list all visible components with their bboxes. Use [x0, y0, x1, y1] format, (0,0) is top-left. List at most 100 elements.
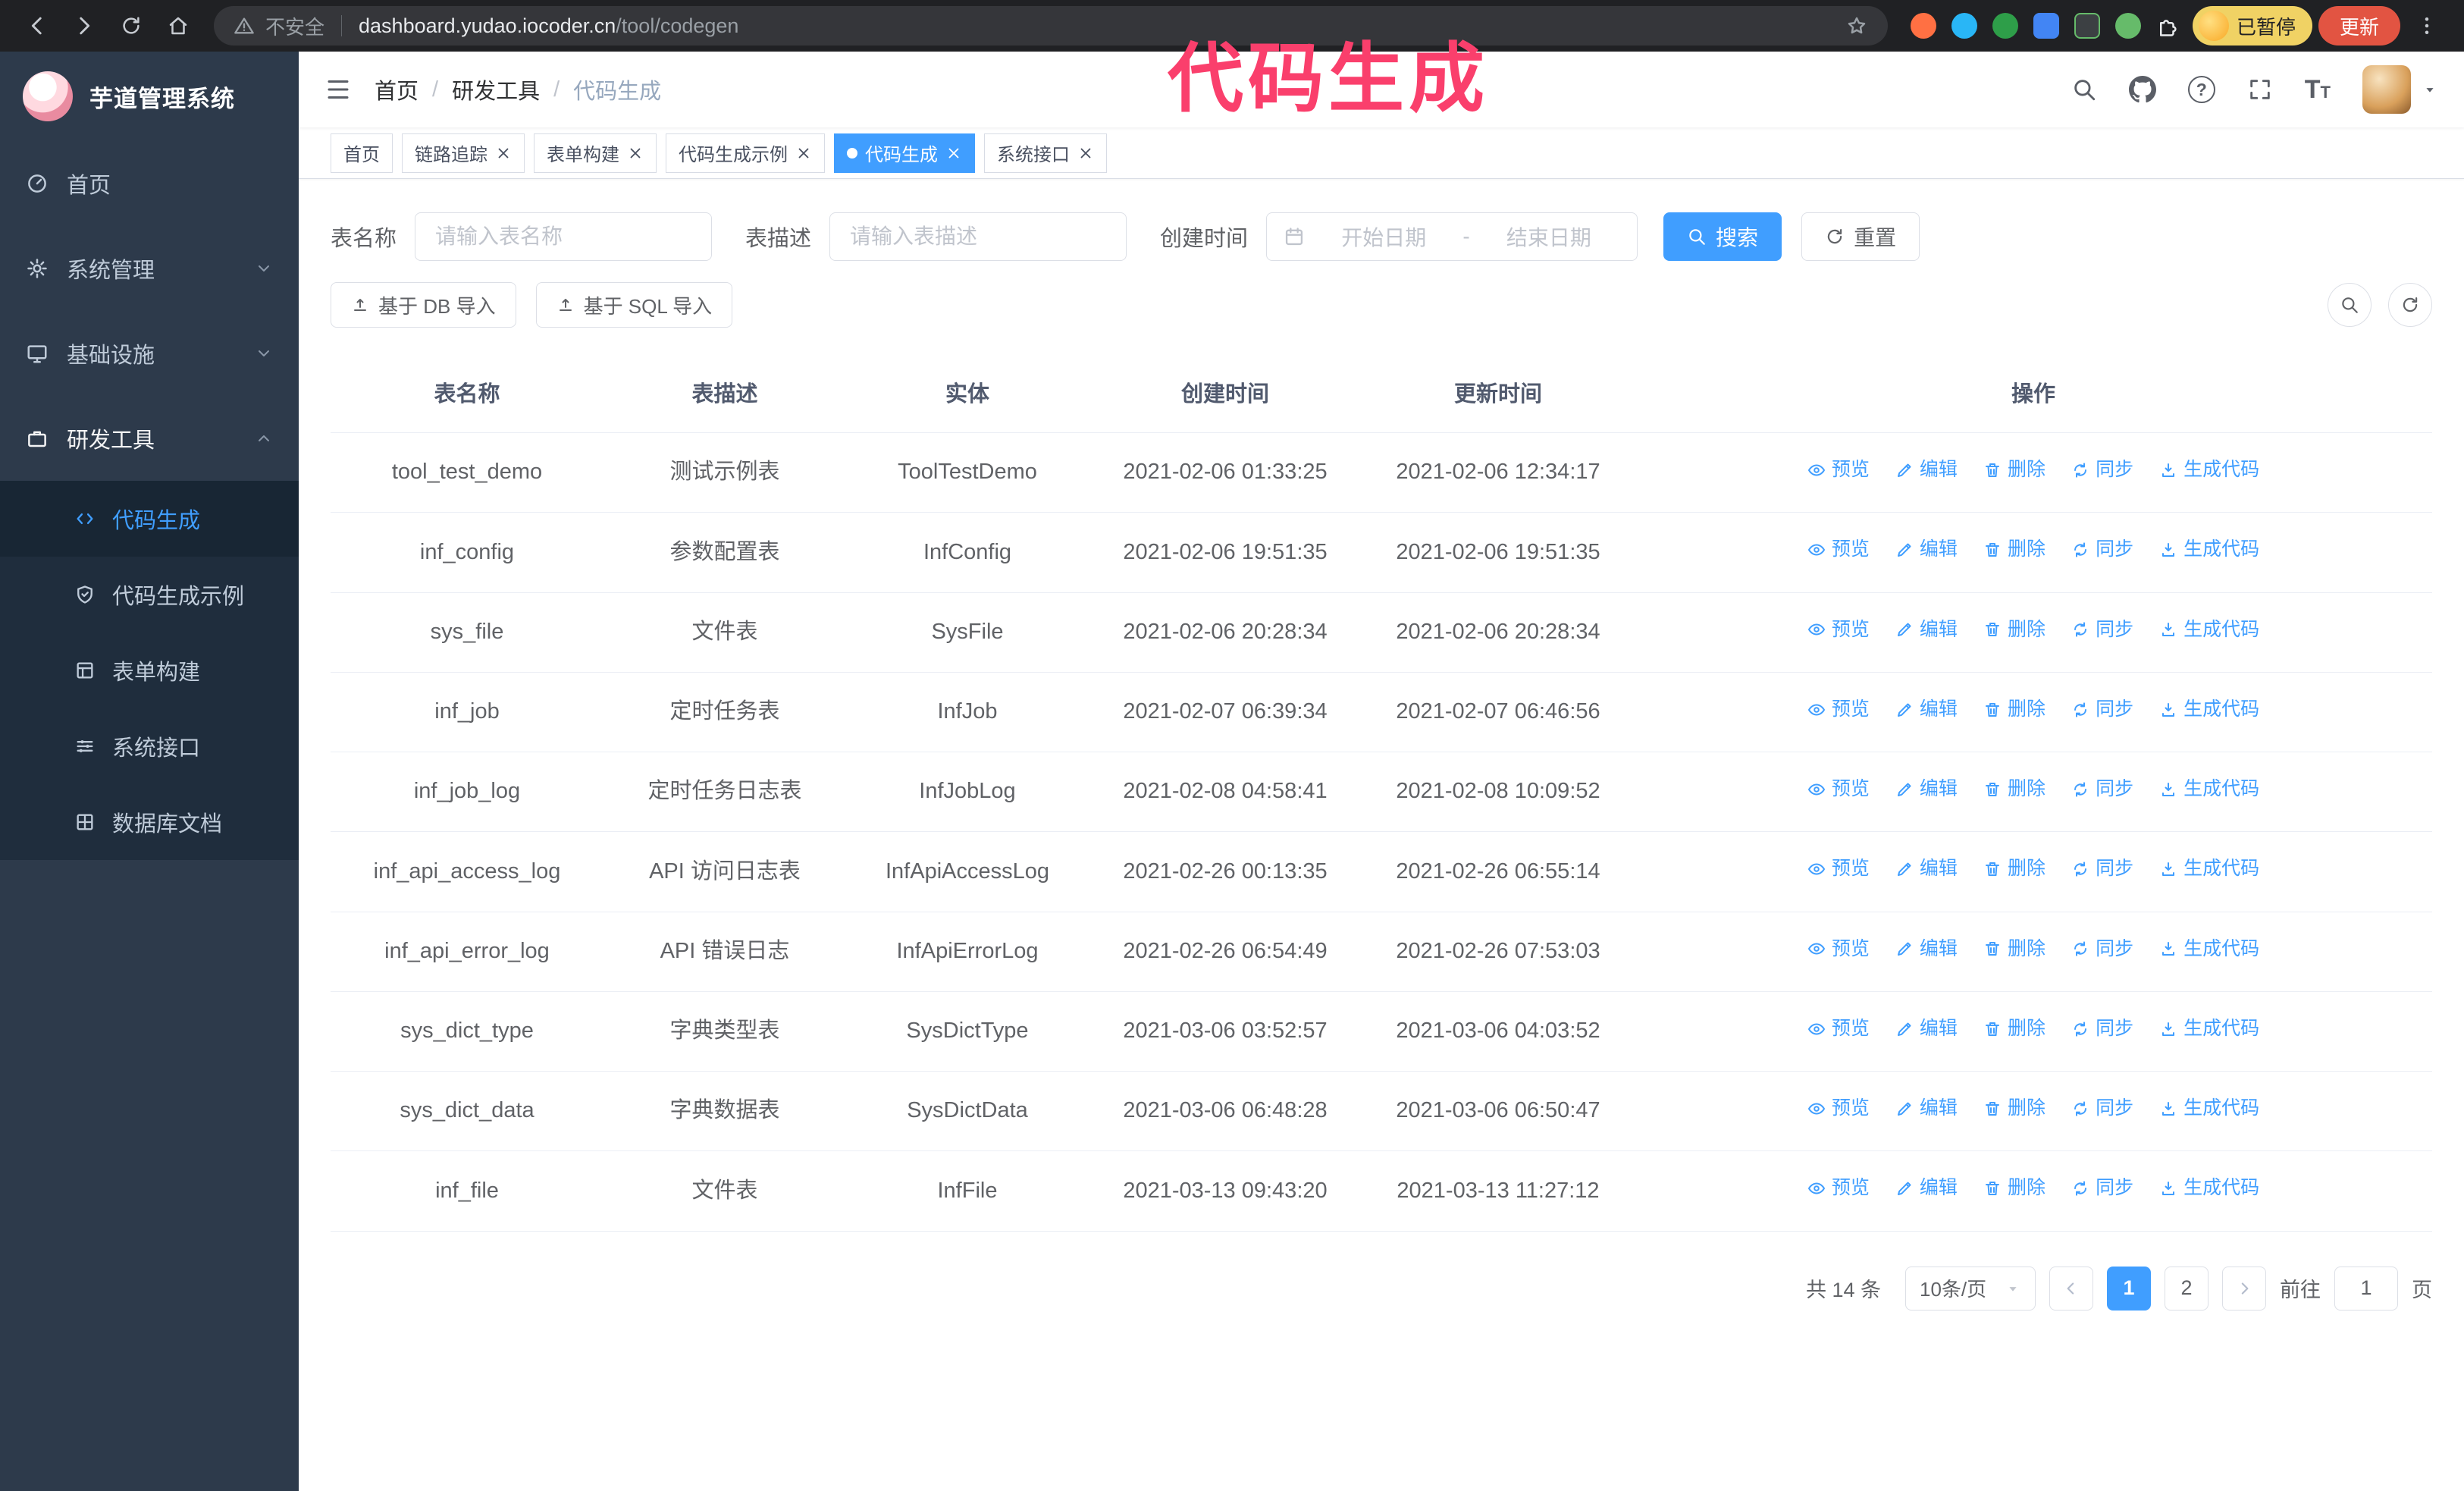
preview-link[interactable]: 预览	[1807, 1174, 1870, 1203]
prev-page-button[interactable]	[2049, 1266, 2093, 1311]
sidebar-item-dev-tools[interactable]: 研发工具	[0, 396, 299, 481]
sync-link[interactable]: 同步	[2071, 775, 2133, 804]
sync-link[interactable]: 同步	[2071, 1174, 2133, 1203]
app-logo[interactable]: 芋道管理系统	[0, 52, 299, 141]
bookmark-star-icon[interactable]	[1845, 14, 1868, 37]
sidebar-item-system-management[interactable]: 系统管理	[0, 226, 299, 311]
address-bar[interactable]: 不安全 dashboard.yudao.iocoder.cn/tool/code…	[214, 6, 1888, 46]
header-search-button[interactable]	[2071, 77, 2097, 102]
generate-code-link[interactable]: 生成代码	[2159, 935, 2259, 964]
sync-link[interactable]: 同步	[2071, 935, 2133, 964]
sidebar-item-db-doc[interactable]: 数据库文档	[0, 784, 299, 860]
preview-link[interactable]: 预览	[1807, 616, 1870, 645]
delete-link[interactable]: 删除	[1983, 1094, 2045, 1123]
import-db-button[interactable]: 基于 DB 导入	[331, 282, 516, 328]
toggle-search-button[interactable]	[2328, 283, 2372, 327]
tab-form-builder[interactable]: 表单构建	[534, 133, 657, 173]
sync-link[interactable]: 同步	[2071, 1094, 2133, 1123]
extensions-puzzle-icon[interactable]	[2156, 14, 2179, 37]
delete-link[interactable]: 删除	[1983, 1015, 2045, 1044]
edit-link[interactable]: 编辑	[1895, 855, 1958, 884]
sidebar-item-home[interactable]: 首页	[0, 141, 299, 226]
table-name-input[interactable]	[415, 212, 713, 261]
sidebar-item-codegen[interactable]: 代码生成	[0, 481, 299, 557]
edit-link[interactable]: 编辑	[1895, 616, 1958, 645]
edit-link[interactable]: 编辑	[1895, 695, 1958, 724]
close-icon[interactable]	[495, 145, 512, 162]
tab-home[interactable]: 首页	[331, 133, 393, 173]
refresh-table-button[interactable]	[2388, 283, 2432, 327]
preview-link[interactable]: 预览	[1807, 695, 1870, 724]
extension-icon[interactable]	[2114, 13, 2141, 39]
table-desc-input[interactable]	[829, 212, 1127, 261]
reset-button[interactable]: 重置	[1801, 212, 1920, 261]
sync-link[interactable]: 同步	[2071, 695, 2133, 724]
edit-link[interactable]: 编辑	[1895, 456, 1958, 485]
page-button-1[interactable]: 1	[2107, 1266, 2151, 1311]
page-size-select[interactable]: 10条/页	[1905, 1266, 2036, 1311]
tab-tracing[interactable]: 链路追踪	[402, 133, 525, 173]
browser-reload-button[interactable]	[111, 5, 152, 46]
generate-code-link[interactable]: 生成代码	[2159, 1174, 2259, 1203]
close-icon[interactable]	[627, 145, 644, 162]
generate-code-link[interactable]: 生成代码	[2159, 855, 2259, 884]
delete-link[interactable]: 删除	[1983, 695, 2045, 724]
edit-link[interactable]: 编辑	[1895, 1174, 1958, 1203]
delete-link[interactable]: 删除	[1983, 855, 2045, 884]
generate-code-link[interactable]: 生成代码	[2159, 1094, 2259, 1123]
extension-icon[interactable]	[1951, 13, 1977, 39]
profile-chip[interactable]: 已暂停	[2192, 6, 2312, 46]
sidebar-item-infrastructure[interactable]: 基础设施	[0, 311, 299, 396]
generate-code-link[interactable]: 生成代码	[2159, 456, 2259, 485]
sync-link[interactable]: 同步	[2071, 456, 2133, 485]
edit-link[interactable]: 编辑	[1895, 1094, 1958, 1123]
tab-codegen-example[interactable]: 代码生成示例	[666, 133, 825, 173]
sync-link[interactable]: 同步	[2071, 616, 2133, 645]
search-button[interactable]: 搜索	[1663, 212, 1782, 261]
github-link[interactable]	[2129, 76, 2156, 103]
breadcrumb-dev-tools[interactable]: 研发工具	[452, 74, 540, 105]
preview-link[interactable]: 预览	[1807, 535, 1870, 564]
sidebar-toggle-button[interactable]	[324, 76, 352, 103]
sidebar-item-codegen-example[interactable]: 代码生成示例	[0, 557, 299, 632]
generate-code-link[interactable]: 生成代码	[2159, 535, 2259, 564]
generate-code-link[interactable]: 生成代码	[2159, 775, 2259, 804]
browser-menu-button[interactable]	[2406, 5, 2447, 46]
preview-link[interactable]: 预览	[1807, 855, 1870, 884]
help-icon[interactable]	[2187, 76, 2215, 103]
user-menu[interactable]	[2362, 65, 2438, 114]
delete-link[interactable]: 删除	[1983, 935, 2045, 964]
preview-link[interactable]: 预览	[1807, 775, 1870, 804]
generate-code-link[interactable]: 生成代码	[2159, 695, 2259, 724]
close-icon[interactable]	[1077, 145, 1094, 162]
sidebar-item-form-builder[interactable]: 表单构建	[0, 632, 299, 708]
delete-link[interactable]: 删除	[1983, 616, 2045, 645]
edit-link[interactable]: 编辑	[1895, 935, 1958, 964]
page-button-2[interactable]: 2	[2165, 1266, 2209, 1311]
extension-icon[interactable]	[2074, 13, 2100, 39]
fullscreen-button[interactable]	[2247, 77, 2273, 102]
create-time-range-picker[interactable]: 开始日期 - 结束日期	[1266, 212, 1638, 261]
breadcrumb-home[interactable]: 首页	[375, 74, 419, 105]
preview-link[interactable]: 预览	[1807, 1015, 1870, 1044]
delete-link[interactable]: 删除	[1983, 535, 2045, 564]
edit-link[interactable]: 编辑	[1895, 1015, 1958, 1044]
font-size-button[interactable]	[2305, 75, 2331, 105]
sync-link[interactable]: 同步	[2071, 535, 2133, 564]
tab-system-api[interactable]: 系统接口	[984, 133, 1107, 173]
edit-link[interactable]: 编辑	[1895, 775, 1958, 804]
delete-link[interactable]: 删除	[1983, 456, 2045, 485]
generate-code-link[interactable]: 生成代码	[2159, 1015, 2259, 1044]
extension-icon[interactable]	[1910, 13, 1936, 39]
browser-update-button[interactable]: 更新	[2318, 6, 2400, 46]
close-icon[interactable]	[795, 145, 812, 162]
close-icon[interactable]	[945, 145, 962, 162]
browser-forward-button[interactable]	[64, 5, 105, 46]
delete-link[interactable]: 删除	[1983, 1174, 2045, 1203]
edit-link[interactable]: 编辑	[1895, 535, 1958, 564]
generate-code-link[interactable]: 生成代码	[2159, 616, 2259, 645]
browser-home-button[interactable]	[158, 5, 199, 46]
extension-icon[interactable]	[1992, 13, 2018, 39]
next-page-button[interactable]	[2222, 1266, 2266, 1311]
tab-codegen[interactable]: 代码生成	[834, 133, 975, 173]
